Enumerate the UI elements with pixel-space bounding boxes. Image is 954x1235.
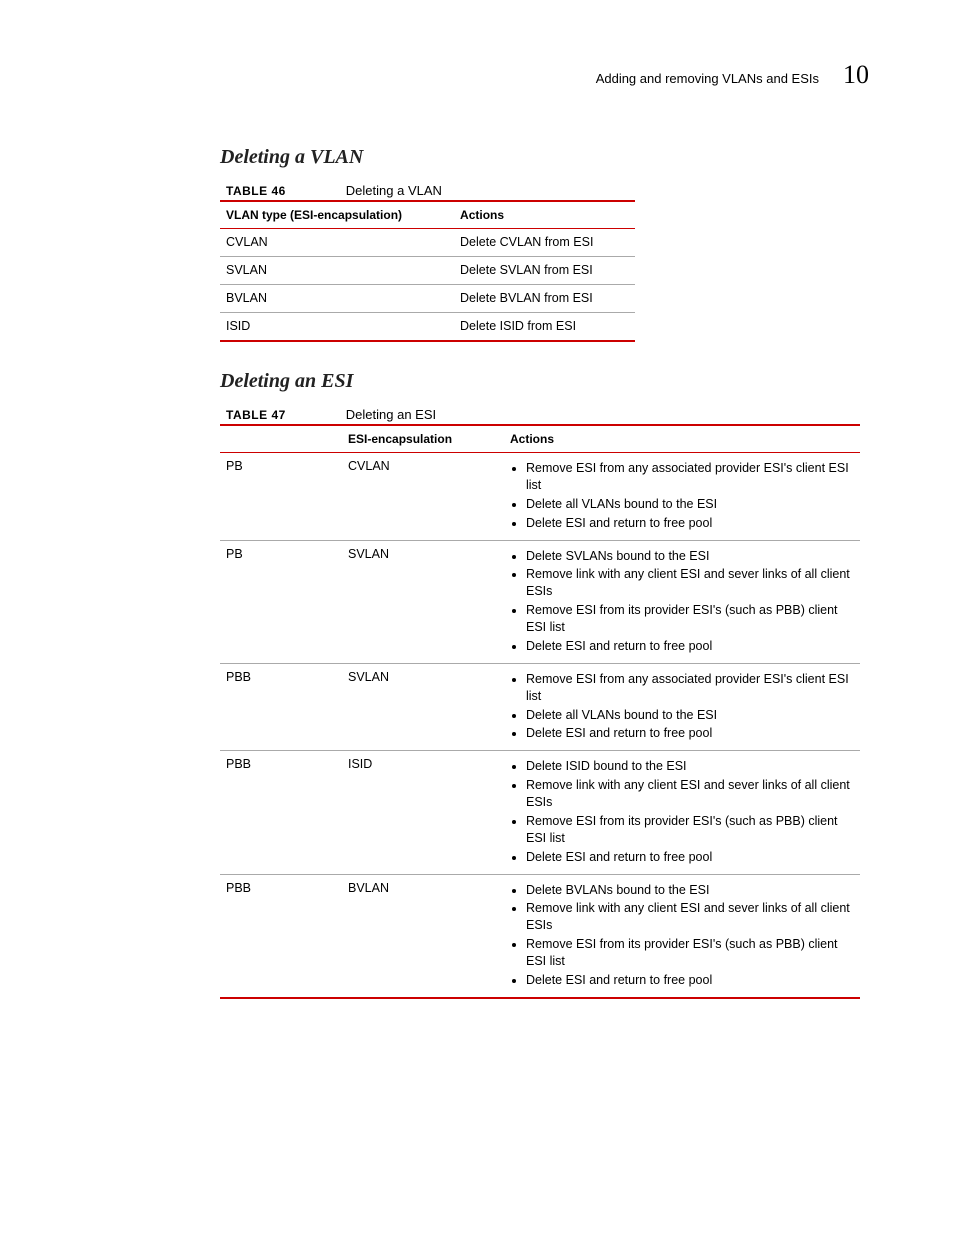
table47-label: TABLE 47 [226,408,286,422]
table-46: VLAN type (ESI-encapsulation) Actions CV… [220,200,635,342]
table46-cell-action: Delete CVLAN from ESI [454,229,635,257]
list-item: Delete ISID bound to the ESI [526,757,854,776]
section-heading-deleting-vlan: Deleting a VLAN [220,146,869,169]
table46-cell-type: SVLAN [220,257,454,285]
table46-cell-type: BVLAN [220,285,454,313]
table-47: ESI-encapsulation Actions PBCVLAN Remove … [220,424,860,999]
table46-cell-type: CVLAN [220,229,454,257]
action-list: Delete SVLANs bound to the ESIRemove lin… [510,547,854,656]
table47-cell-type: PBB [220,874,342,998]
table46-label: TABLE 46 [226,184,286,198]
table47-cell-type: PB [220,453,342,541]
table47-cell-actions: Remove ESI from any associated provider … [504,663,860,751]
table-row: PBBISIDDelete ISID bound to the ESIRemov… [220,751,860,874]
list-item: Delete all VLANs bound to the ESI [526,706,854,725]
table-row: BVLANDelete BVLAN from ESI [220,285,635,313]
action-list: Delete ISID bound to the ESIRemove link … [510,757,854,866]
table47-caption: TABLE 47 Deleting an ESI [220,407,869,422]
table47-cell-encapsulation: SVLAN [342,663,504,751]
action-list: Delete BVLANs bound to the ESIRemove lin… [510,881,854,990]
list-item: Delete BVLANs bound to the ESI [526,881,854,900]
table46-caption: TABLE 46 Deleting a VLAN [220,183,869,198]
list-item: Delete ESI and return to free pool [526,514,854,533]
table-row: CVLANDelete CVLAN from ESI [220,229,635,257]
table46-header-c1: VLAN type (ESI-encapsulation) [220,201,454,229]
list-item: Remove ESI from its provider ESI's (such… [526,935,854,971]
table47-title: Deleting an ESI [346,407,436,422]
list-item: Remove ESI from its provider ESI's (such… [526,812,854,848]
list-item: Delete all VLANs bound to the ESI [526,495,854,514]
header-breadcrumb: Adding and removing VLANs and ESIs [596,71,819,86]
table47-cell-actions: Delete BVLANs bound to the ESIRemove lin… [504,874,860,998]
table47-cell-actions: Delete ISID bound to the ESIRemove link … [504,751,860,874]
table-row: ISIDDelete ISID from ESI [220,313,635,342]
chapter-number: 10 [843,60,869,90]
list-item: Remove link with any client ESI and seve… [526,565,854,601]
table47-header-c2: ESI-encapsulation [342,425,504,453]
table47-header-c1 [220,425,342,453]
table46-title: Deleting a VLAN [346,183,442,198]
table46-cell-type: ISID [220,313,454,342]
list-item: Delete SVLANs bound to the ESI [526,547,854,566]
table47-cell-encapsulation: SVLAN [342,540,504,663]
table47-cell-actions: Remove ESI from any associated provider … [504,453,860,541]
list-item: Remove ESI from its provider ESI's (such… [526,601,854,637]
table47-cell-type: PBB [220,751,342,874]
list-item: Delete ESI and return to free pool [526,848,854,867]
list-item: Delete ESI and return to free pool [526,971,854,990]
table47-cell-encapsulation: BVLAN [342,874,504,998]
list-item: Remove ESI from any associated provider … [526,459,854,495]
table47-cell-type: PB [220,540,342,663]
table-row: PBBBVLANDelete BVLANs bound to the ESIRe… [220,874,860,998]
table47-cell-type: PBB [220,663,342,751]
list-item: Delete ESI and return to free pool [526,637,854,656]
table46-header-c2: Actions [454,201,635,229]
list-item: Delete ESI and return to free pool [526,724,854,743]
table46-cell-action: Delete BVLAN from ESI [454,285,635,313]
section-heading-deleting-esi: Deleting an ESI [220,370,869,393]
table-row: SVLANDelete SVLAN from ESI [220,257,635,285]
table-row: PBBSVLAN Remove ESI from any associated p… [220,663,860,751]
list-item: Remove ESI from any associated provider … [526,670,854,706]
table46-cell-action: Delete ISID from ESI [454,313,635,342]
page-content: Adding and removing VLANs and ESIs 10 De… [0,0,954,1087]
list-item: Remove link with any client ESI and seve… [526,776,854,812]
action-list: Remove ESI from any associated provider … [510,670,854,744]
page-header: Adding and removing VLANs and ESIs 10 [220,60,869,90]
table-row: PBCVLAN Remove ESI from any associated pr… [220,453,860,541]
table47-cell-actions: Delete SVLANs bound to the ESIRemove lin… [504,540,860,663]
table47-header-c3: Actions [504,425,860,453]
list-item: Remove link with any client ESI and seve… [526,899,854,935]
table-row: PBSVLANDelete SVLANs bound to the ESIRem… [220,540,860,663]
action-list: Remove ESI from any associated provider … [510,459,854,533]
table47-cell-encapsulation: CVLAN [342,453,504,541]
table47-cell-encapsulation: ISID [342,751,504,874]
table46-cell-action: Delete SVLAN from ESI [454,257,635,285]
